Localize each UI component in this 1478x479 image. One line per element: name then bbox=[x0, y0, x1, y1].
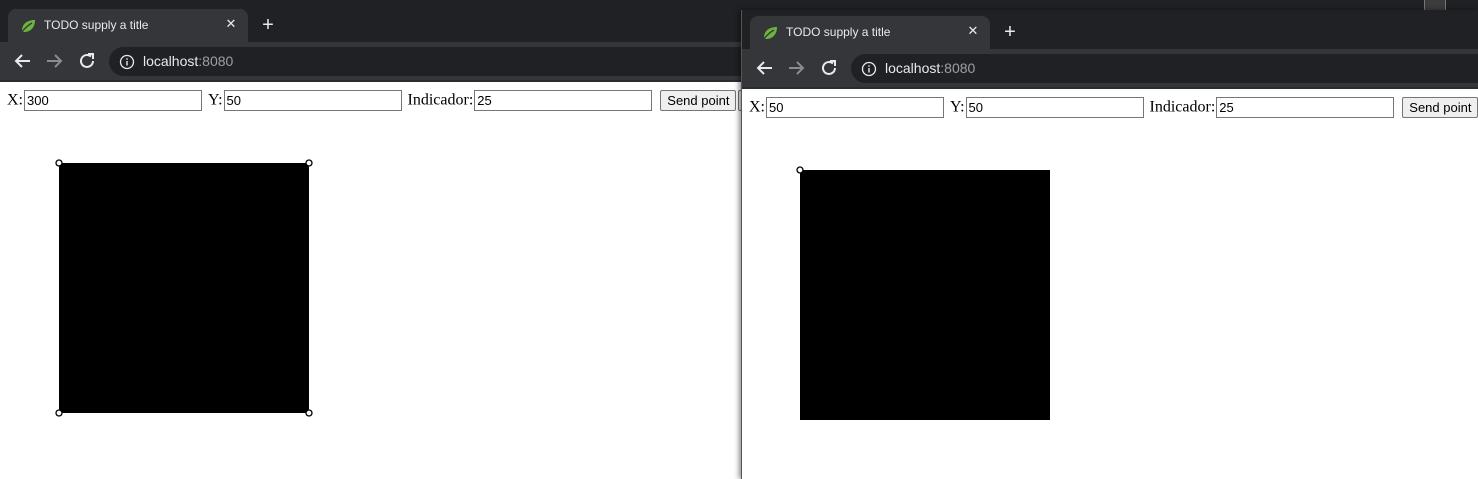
plus-icon[interactable]: + bbox=[1000, 22, 1020, 42]
black-square bbox=[800, 170, 1050, 420]
url-host: localhost bbox=[885, 60, 941, 76]
forward-arrow-icon[interactable] bbox=[784, 56, 808, 80]
tab-strip: TODO supply a title ✕ + bbox=[742, 10, 1478, 49]
back-arrow-icon[interactable] bbox=[753, 56, 777, 80]
window-edge-icon bbox=[1424, 0, 1446, 10]
point-marker bbox=[305, 159, 313, 167]
point-marker bbox=[796, 166, 804, 174]
tab-title: TODO supply a title bbox=[44, 18, 149, 32]
browser-tab[interactable]: TODO supply a title ✕ bbox=[750, 16, 990, 49]
x-label: X: bbox=[7, 91, 23, 109]
browser-window-left: TODO supply a title ✕ + localhost:8080 X… bbox=[0, 3, 741, 479]
reload-icon[interactable] bbox=[817, 56, 841, 80]
url-port: :8080 bbox=[198, 53, 234, 69]
close-icon[interactable]: ✕ bbox=[222, 15, 240, 33]
indicator-label: Indicador: bbox=[407, 91, 474, 109]
url-text: localhost:8080 bbox=[885, 60, 975, 76]
browser-window-right: TODO supply a title ✕ + localhost:8080 X… bbox=[741, 10, 1478, 479]
x-input[interactable] bbox=[766, 97, 944, 118]
browser-tab[interactable]: TODO supply a title ✕ bbox=[8, 9, 248, 42]
forward-arrow-icon[interactable] bbox=[42, 49, 66, 73]
back-arrow-icon[interactable] bbox=[11, 49, 35, 73]
plus-icon[interactable]: + bbox=[258, 15, 278, 35]
url-port: :8080 bbox=[940, 60, 976, 76]
leaf-icon bbox=[761, 24, 779, 42]
drawing-canvas[interactable] bbox=[50, 154, 320, 424]
send-point-button[interactable]: Send point bbox=[660, 90, 737, 111]
indicator-input[interactable] bbox=[474, 90, 653, 111]
y-label: Y: bbox=[208, 91, 223, 109]
info-icon[interactable] bbox=[119, 54, 135, 70]
point-marker bbox=[305, 409, 313, 417]
browser-toolbar: localhost:8080 bbox=[742, 49, 1478, 87]
black-square bbox=[59, 163, 309, 413]
point-form: X: Y: Indicador: Send point bbox=[749, 97, 1478, 118]
y-label: Y: bbox=[950, 98, 965, 116]
indicator-input[interactable] bbox=[1216, 97, 1395, 118]
point-form: X: Y: Indicador: Send point bbox=[7, 90, 741, 111]
y-input[interactable] bbox=[965, 97, 1144, 118]
drawing-canvas[interactable] bbox=[791, 161, 1061, 431]
send-point-button[interactable]: Send point bbox=[1402, 97, 1478, 118]
page-content: X: Y: Indicador: Send point bbox=[0, 82, 741, 479]
tab-strip: TODO supply a title ✕ + bbox=[0, 3, 741, 42]
indicator-label: Indicador: bbox=[1149, 98, 1216, 116]
url-host: localhost bbox=[143, 53, 199, 69]
reload-icon[interactable] bbox=[75, 49, 99, 73]
info-icon[interactable] bbox=[861, 61, 877, 77]
page-content: X: Y: Indicador: Send point bbox=[742, 89, 1478, 479]
browser-toolbar: localhost:8080 bbox=[0, 42, 741, 80]
point-marker bbox=[55, 159, 63, 167]
point-marker bbox=[55, 409, 63, 417]
x-input[interactable] bbox=[24, 90, 202, 111]
close-icon[interactable]: ✕ bbox=[964, 22, 982, 40]
url-text: localhost:8080 bbox=[143, 53, 233, 69]
tab-title: TODO supply a title bbox=[786, 25, 891, 39]
address-bar[interactable]: localhost:8080 bbox=[851, 54, 1478, 83]
y-input[interactable] bbox=[223, 90, 402, 111]
leaf-icon bbox=[19, 17, 37, 35]
address-bar[interactable]: localhost:8080 bbox=[109, 47, 741, 76]
x-label: X: bbox=[749, 98, 765, 116]
